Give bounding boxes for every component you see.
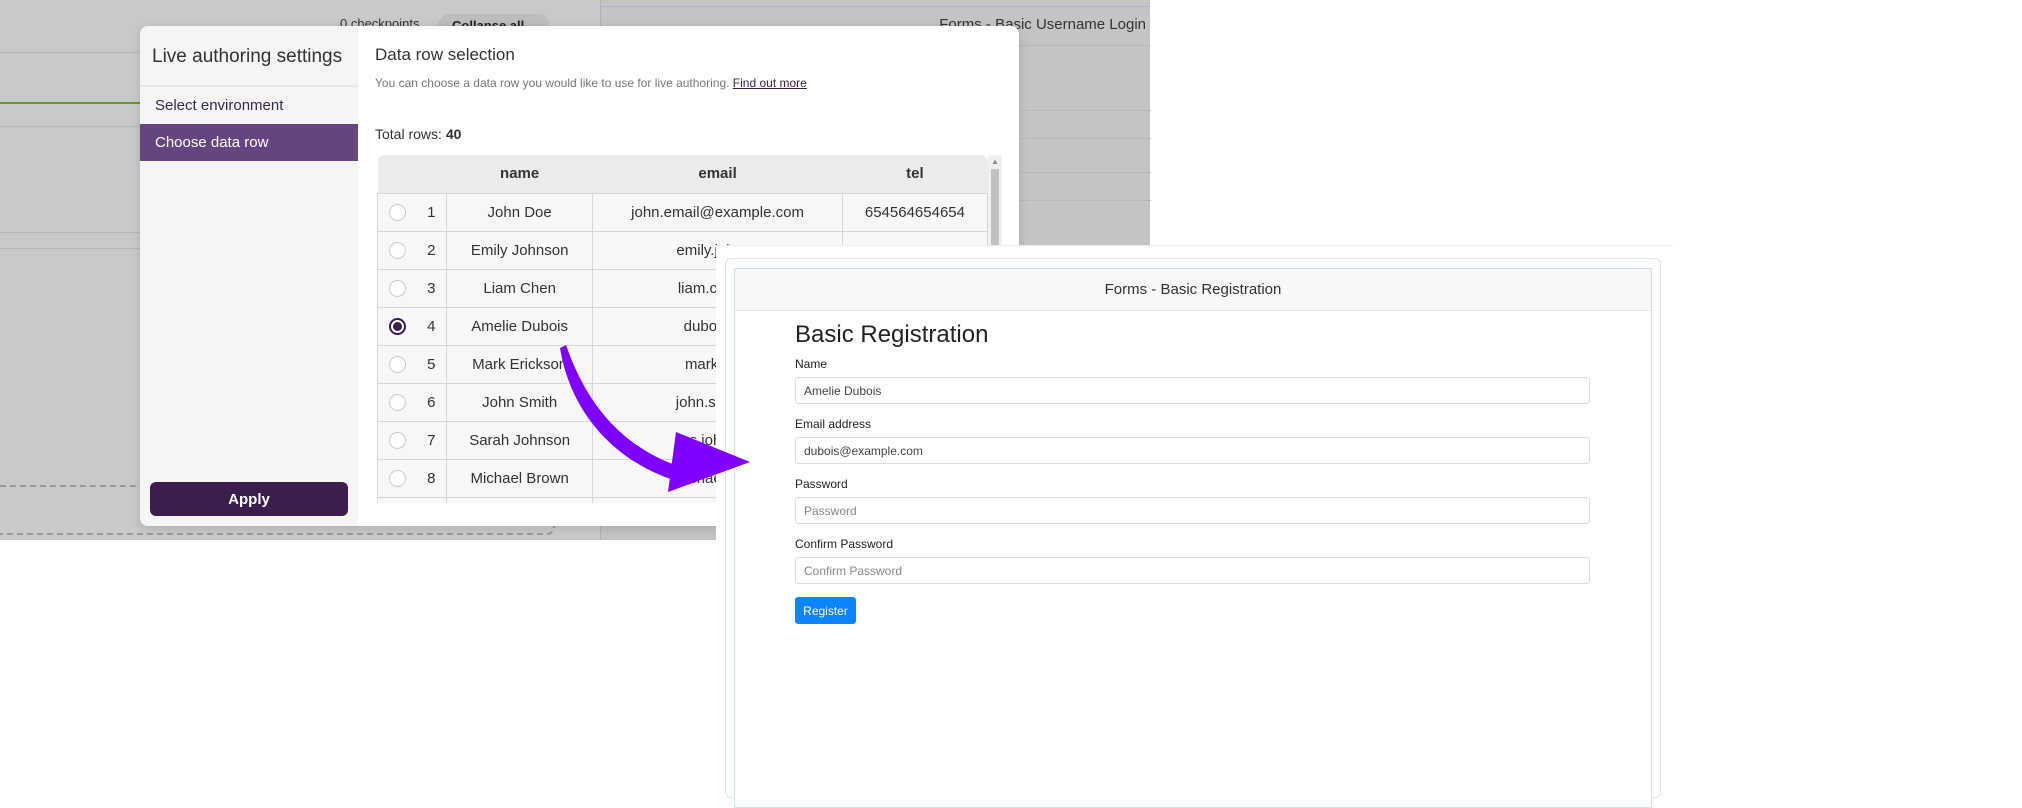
arrow-shaft [560,345,690,482]
arrow-icon [560,345,750,492]
arrow-head [668,432,750,492]
